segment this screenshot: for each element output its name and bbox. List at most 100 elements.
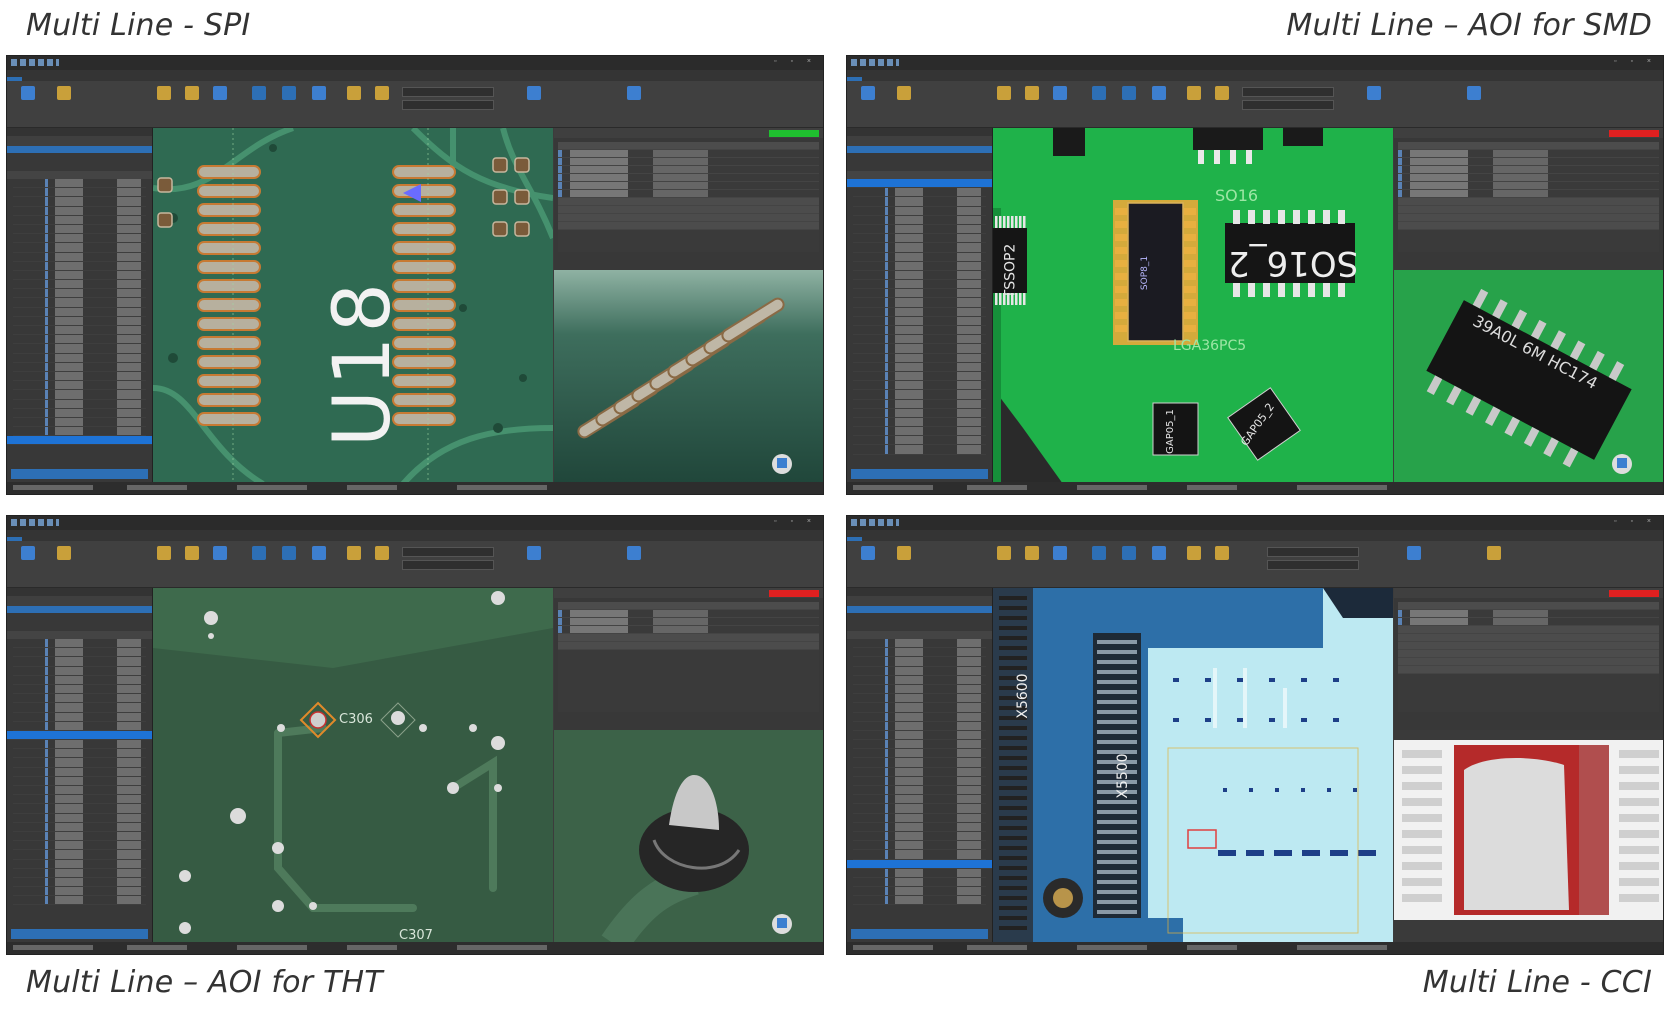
tool-icon[interactable]: [375, 546, 389, 560]
tool-icon[interactable]: [1467, 86, 1481, 100]
tool-icon[interactable]: [1487, 546, 1501, 560]
tool-icon[interactable]: [527, 546, 541, 560]
tool-icon[interactable]: [1092, 86, 1106, 100]
tool-icon[interactable]: [1092, 546, 1106, 560]
tool-icon[interactable]: [1053, 86, 1067, 100]
label-sop8: SOP8_1: [1140, 255, 1151, 291]
screenshot-aoi-smd: ▫ ▫ × SO16 SO16_2 LGA36PC5 TSSOP2 GAP05_…: [846, 55, 1664, 495]
camera-view[interactable]: U18: [153, 128, 553, 482]
properties-panel[interactable]: [554, 588, 823, 942]
ribbon-dropdown[interactable]: [1267, 560, 1359, 570]
tool-icon[interactable]: [282, 86, 296, 100]
component-list-panel[interactable]: [847, 588, 993, 942]
tool-icon[interactable]: [1215, 546, 1229, 560]
tool-icon[interactable]: [57, 86, 71, 100]
label-tssop: TSSOP2: [1002, 243, 1019, 299]
tool-icon[interactable]: [897, 86, 911, 100]
ribbon-toolbar[interactable]: [847, 541, 1663, 588]
tool-icon[interactable]: [1025, 546, 1039, 560]
ribbon-dropdown[interactable]: [402, 87, 494, 97]
tool-icon[interactable]: [282, 546, 296, 560]
quick-access-icons[interactable]: [851, 519, 899, 526]
selected-row[interactable]: [847, 859, 992, 869]
ribbon-dropdown[interactable]: [402, 100, 494, 110]
tool-icon[interactable]: [252, 546, 266, 560]
window-controls[interactable]: ▫ ▫ ×: [1614, 518, 1657, 525]
tool-icon[interactable]: [997, 86, 1011, 100]
tool-icon[interactable]: [997, 546, 1011, 560]
status-bar: [847, 942, 1663, 954]
tool-icon[interactable]: [213, 86, 227, 100]
tool-icon[interactable]: [627, 546, 641, 560]
tool-icon[interactable]: [312, 86, 326, 100]
tool-icon[interactable]: [347, 86, 361, 100]
tool-icon[interactable]: [897, 546, 911, 560]
ribbon-toolbar[interactable]: [847, 81, 1663, 128]
tool-icon[interactable]: [157, 546, 171, 560]
tool-icon[interactable]: [1367, 86, 1381, 100]
start-icon[interactable]: [21, 546, 35, 560]
selected-row[interactable]: [7, 730, 152, 741]
tool-icon[interactable]: [375, 86, 389, 100]
camera-view[interactable]: SO16 SO16_2 LGA36PC5 TSSOP2 GAP05_1 GAP0…: [993, 128, 1393, 482]
ribbon-toolbar[interactable]: [7, 541, 823, 588]
properties-panel[interactable]: 39A0L 6M HC174: [1394, 128, 1663, 482]
tool-icon[interactable]: [1053, 546, 1067, 560]
tool-icon[interactable]: [185, 546, 199, 560]
tool-icon[interactable]: [1187, 86, 1201, 100]
tool-icon[interactable]: [157, 86, 171, 100]
tool-icon[interactable]: [1187, 546, 1201, 560]
label-x5600: X5600: [1015, 673, 1031, 719]
3d-view[interactable]: 39A0L 6M HC174: [1394, 270, 1663, 482]
camera-view[interactable]: C306 C307: [153, 588, 553, 942]
tool-icon[interactable]: [1122, 546, 1136, 560]
window-controls[interactable]: ▫ ▫ ×: [774, 58, 817, 65]
quick-access-icons[interactable]: [851, 59, 899, 66]
ribbon-tabs[interactable]: [7, 530, 823, 547]
ribbon-dropdown[interactable]: [1267, 547, 1359, 557]
ribbon-dropdown[interactable]: [1242, 100, 1334, 110]
label-c307: C307: [399, 928, 433, 942]
tool-icon[interactable]: [527, 86, 541, 100]
quick-access-icons[interactable]: [11, 519, 59, 526]
tool-icon[interactable]: [1215, 86, 1229, 100]
tool-icon[interactable]: [627, 86, 641, 100]
tool-icon[interactable]: [347, 546, 361, 560]
label-c306: C306: [339, 712, 373, 727]
properties-panel[interactable]: [1394, 588, 1663, 942]
defect-zoom-view[interactable]: [1394, 730, 1663, 942]
component-list-panel[interactable]: [847, 128, 993, 482]
3d-view[interactable]: [554, 270, 823, 482]
ribbon-toolbar[interactable]: [7, 81, 823, 128]
component-list-panel[interactable]: [7, 128, 153, 482]
window-controls[interactable]: ▫ ▫ ×: [1614, 58, 1657, 65]
ribbon-dropdown[interactable]: [402, 547, 494, 557]
tool-icon[interactable]: [57, 546, 71, 560]
window-controls[interactable]: ▫ ▫ ×: [774, 518, 817, 525]
ribbon-tabs[interactable]: [847, 530, 1663, 547]
tool-icon[interactable]: [1152, 546, 1166, 560]
start-icon[interactable]: [861, 546, 875, 560]
tool-icon[interactable]: [1407, 546, 1421, 560]
tool-icon[interactable]: [252, 86, 266, 100]
start-icon[interactable]: [861, 86, 875, 100]
tool-icon[interactable]: [213, 546, 227, 560]
selected-row[interactable]: [7, 436, 152, 446]
3d-view[interactable]: [554, 730, 823, 942]
start-icon[interactable]: [21, 86, 35, 100]
ribbon-tabs[interactable]: [847, 70, 1663, 87]
tool-icon[interactable]: [1025, 86, 1039, 100]
component-list-panel[interactable]: [7, 588, 153, 942]
ribbon-dropdown[interactable]: [1242, 87, 1334, 97]
properties-panel[interactable]: [554, 128, 823, 482]
tool-icon[interactable]: [1122, 86, 1136, 100]
label-gap05-1: GAP05_1: [1164, 409, 1176, 454]
tool-icon[interactable]: [1152, 86, 1166, 100]
ribbon-tabs[interactable]: [7, 70, 823, 87]
camera-view[interactable]: X5600 X5500: [993, 588, 1393, 942]
ribbon-dropdown[interactable]: [402, 560, 494, 570]
quick-access-icons[interactable]: [11, 59, 59, 66]
tool-icon[interactable]: [185, 86, 199, 100]
selected-row[interactable]: [847, 179, 992, 189]
tool-icon[interactable]: [312, 546, 326, 560]
